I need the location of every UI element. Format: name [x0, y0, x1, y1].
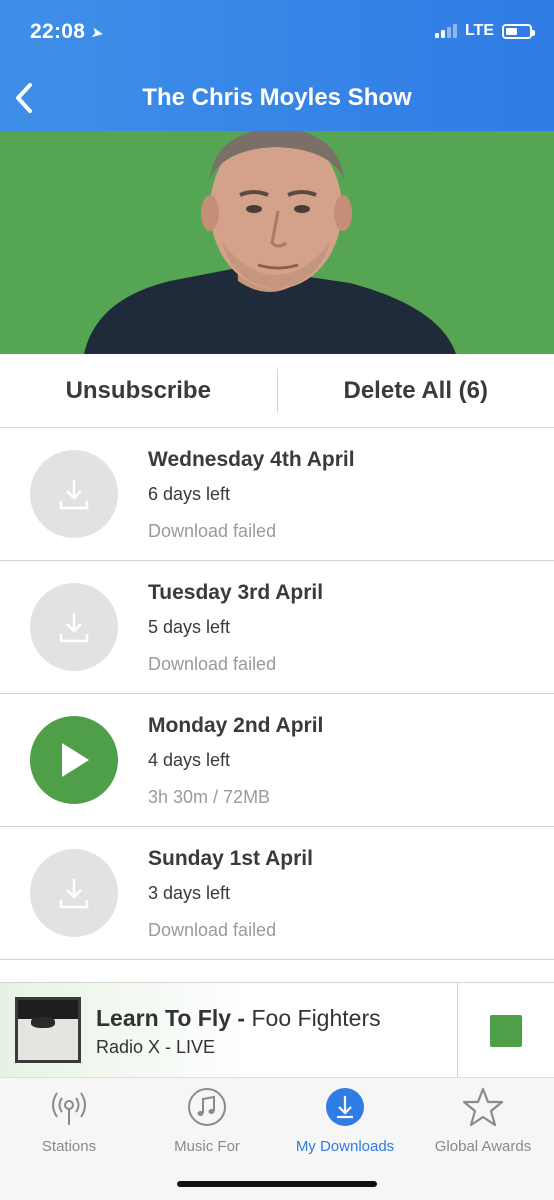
- cell-signal-icon: [434, 24, 457, 38]
- top-bar: 22:08 ➤ LTE The Chris Moyles Show: [0, 0, 554, 131]
- episode-days-left: 6 days left: [148, 484, 231, 504]
- tab-label: Music For: [174, 1138, 240, 1155]
- download-icon: [59, 480, 89, 510]
- track-separator: -: [231, 1005, 252, 1031]
- play-icon: [62, 743, 89, 777]
- tab-label: Stations: [41, 1138, 97, 1155]
- network-type: LTE: [464, 22, 494, 39]
- now-playing-track: Learn To Fly - Foo Fighters: [96, 1005, 381, 1032]
- album-art: [15, 997, 81, 1063]
- episode-status: Download failed: [148, 521, 277, 541]
- stop-button[interactable]: [490, 1015, 522, 1047]
- status-indicators: LTE: [434, 22, 535, 40]
- episode-title: Monday 2nd April: [148, 714, 324, 737]
- episode-days-left: 4 days left: [148, 750, 231, 770]
- episode-days-left: 5 days left: [148, 617, 231, 637]
- episode-status: Download failed: [148, 920, 277, 940]
- episode-row[interactable]: Tuesday 3rd April 5 days left Download f…: [0, 561, 554, 694]
- retry-download-button[interactable]: [30, 583, 118, 671]
- episode-row[interactable]: Sunday 1st April 3 days left Download fa…: [0, 827, 554, 960]
- station-name: Radio X - LIVE: [96, 1037, 216, 1057]
- page-title: The Chris Moyles Show: [142, 84, 412, 111]
- download-actions: Unsubscribe Delete All (6): [0, 354, 554, 428]
- divider: [457, 983, 458, 1078]
- tab-global-awards[interactable]: Global Awards: [414, 1086, 552, 1155]
- episode-duration-size: 3h 30m / 72MB: [148, 787, 271, 807]
- retry-download-button[interactable]: [30, 849, 118, 937]
- download-icon: [59, 879, 89, 909]
- play-episode-button[interactable]: [30, 716, 118, 804]
- status-time: 22:08 ➤: [30, 20, 106, 44]
- battery-icon: [502, 23, 535, 39]
- episode-title: Tuesday 3rd April: [148, 581, 324, 604]
- episode-row[interactable]: Wednesday 4th April 6 days left Download…: [0, 428, 554, 561]
- star-icon: [462, 1087, 504, 1127]
- delete-all-button[interactable]: Delete All (6): [278, 377, 554, 405]
- unsubscribe-button[interactable]: Unsubscribe: [0, 377, 277, 405]
- location-arrow-icon: ➤: [89, 24, 106, 43]
- download-icon: [326, 1088, 364, 1126]
- now-playing-bar[interactable]: Learn To Fly - Foo Fighters Radio X - LI…: [0, 982, 554, 1078]
- episode-title: Sunday 1st April: [148, 847, 313, 870]
- episode-title: Wednesday 4th April: [148, 448, 355, 471]
- music-note-icon: [188, 1088, 226, 1126]
- home-indicator[interactable]: [177, 1181, 377, 1187]
- episode-list: Wednesday 4th April 6 days left Download…: [0, 428, 554, 960]
- episode-days-left: 3 days left: [148, 883, 231, 903]
- episode-row[interactable]: Monday 2nd April 4 days left 3h 30m / 72…: [0, 694, 554, 827]
- tab-music-for[interactable]: Music For: [138, 1086, 276, 1155]
- episode-status: Download failed: [148, 654, 277, 674]
- tab-stations[interactable]: Stations: [0, 1086, 138, 1155]
- tab-label: My Downloads: [295, 1138, 395, 1155]
- tab-label: Global Awards: [434, 1138, 532, 1155]
- artist-name: Foo Fighters: [251, 1005, 381, 1031]
- clock: 22:08: [30, 20, 86, 43]
- song-title: Learn To Fly: [96, 1005, 232, 1031]
- download-icon: [59, 613, 89, 643]
- retry-download-button[interactable]: [30, 450, 118, 538]
- radio-tower-icon: [52, 1092, 86, 1125]
- tab-my-downloads[interactable]: My Downloads: [276, 1086, 414, 1155]
- presenter-photo: [0, 131, 554, 354]
- show-artwork: [0, 131, 554, 354]
